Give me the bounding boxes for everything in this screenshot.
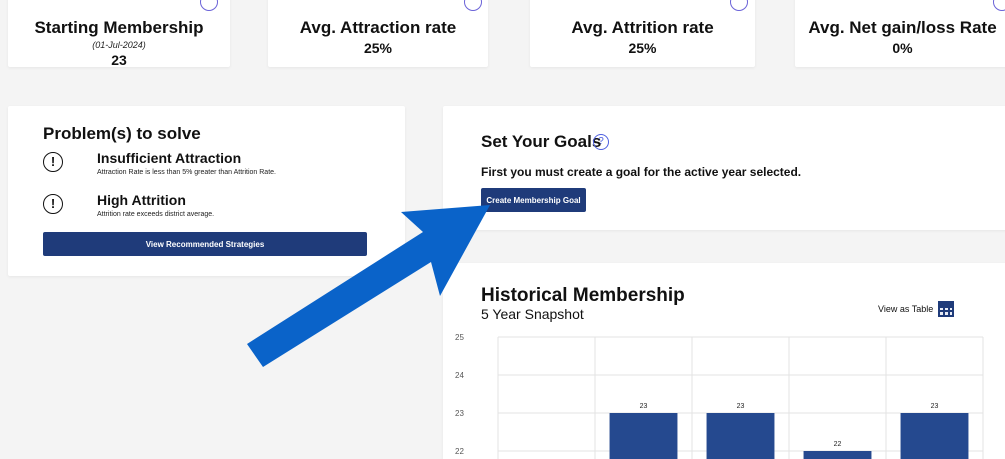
arrow-shape xyxy=(247,205,490,367)
annotation-arrow-icon xyxy=(247,205,490,367)
